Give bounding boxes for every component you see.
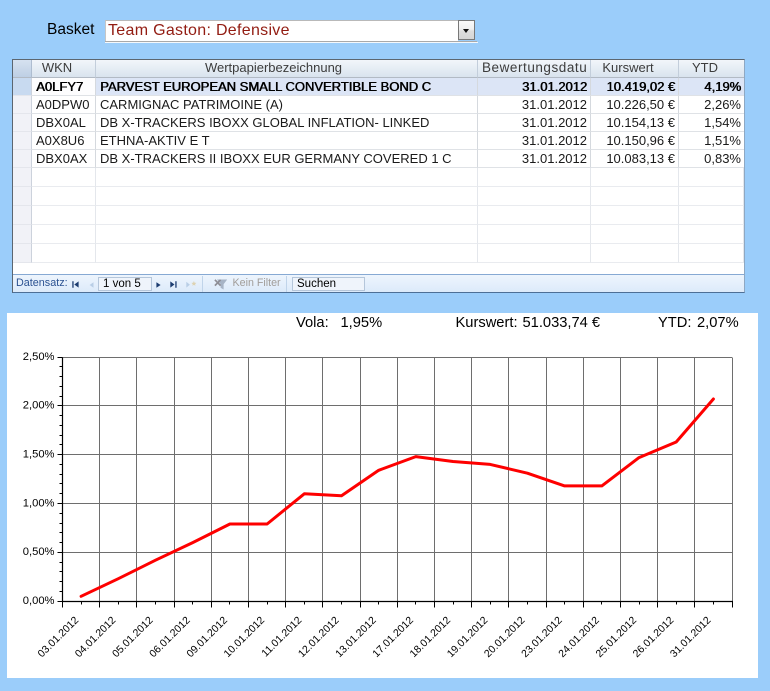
svg-text:1,50%: 1,50% xyxy=(23,448,55,460)
svg-text:31.01.2012: 31.01.2012 xyxy=(668,614,714,660)
svg-text:0,50%: 0,50% xyxy=(23,546,55,558)
svg-text:2,00%: 2,00% xyxy=(23,400,55,412)
svg-text:2,50%: 2,50% xyxy=(23,351,55,363)
svg-text:0,00%: 0,00% xyxy=(23,595,55,607)
svg-text:1,00%: 1,00% xyxy=(23,497,55,509)
